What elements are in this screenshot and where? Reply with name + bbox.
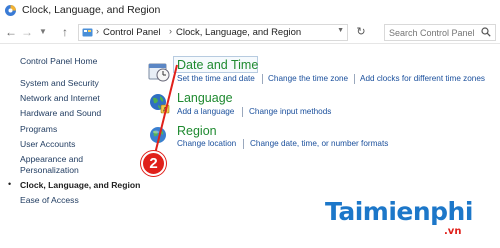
breadcrumb-separator-icon: › [169,26,172,36]
region-title[interactable]: Region [177,124,217,138]
watermark-logo: Taimienphi [325,197,473,226]
sidebar-item-programs[interactable]: Programs [20,124,57,134]
search-input[interactable] [385,25,481,40]
window-title: Clock, Language, and Region [22,4,161,16]
language-title[interactable]: Language [177,91,233,105]
control-panel-icon [5,5,16,16]
up-arrow-icon[interactable]: ↑ [58,25,72,39]
date-and-time-title[interactable]: Date and Time [177,58,258,72]
navigation-bar: ← → ▼ ↑ › Control Panel › Clock, Languag… [0,22,500,44]
back-arrow-icon[interactable]: ← [4,25,18,39]
sidebar-item-appearance[interactable]: Appearance and [20,154,83,164]
breadcrumb-separator-icon: › [96,26,99,36]
address-bar[interactable]: › Control Panel › Clock, Language, and R… [78,24,348,41]
set-time-and-date-link[interactable]: Set the time and date [177,74,255,83]
control-panel-icon [82,28,93,37]
change-input-methods-link[interactable]: Change input methods [249,107,331,116]
active-item-bullet-icon: • [8,179,12,189]
link-divider [242,107,243,117]
change-formats-link[interactable]: Change date, time, or number formats [250,139,388,148]
add-clocks-link[interactable]: Add clocks for different time zones [360,74,485,83]
step-number-badge: 2 [141,151,166,176]
callout-line [154,64,178,155]
sidebar-item-control-panel-home[interactable]: Control Panel Home [20,56,97,66]
breadcrumb-current[interactable]: Clock, Language, and Region [176,27,301,38]
sidebar-item-network-and-internet[interactable]: Network and Internet [20,93,100,103]
search-box[interactable] [384,24,496,41]
link-divider [262,74,263,84]
address-dropdown-icon[interactable]: ▼ [337,27,344,34]
title-bar: Clock, Language, and Region [0,0,500,22]
link-divider [354,74,355,84]
forward-arrow-icon[interactable]: → [20,25,34,39]
search-icon[interactable] [481,27,491,37]
breadcrumb-control-panel[interactable]: Control Panel [103,27,161,38]
sidebar-item-ease-of-access[interactable]: Ease of Access [20,195,79,205]
change-time-zone-link[interactable]: Change the time zone [268,74,348,83]
add-a-language-link[interactable]: Add a language [177,107,234,116]
refresh-icon[interactable]: ↻ [354,25,368,39]
sidebar-item-user-accounts[interactable]: User Accounts [20,139,75,149]
sidebar-item-clock-language-region[interactable]: Clock, Language, and Region [20,180,140,190]
recent-locations-chevron-icon[interactable]: ▼ [36,25,50,39]
sidebar-item-hardware-and-sound[interactable]: Hardware and Sound [20,108,101,118]
sidebar-item-personalization[interactable]: Personalization [20,165,79,175]
watermark-suffix: .vn [444,226,462,237]
sidebar-item-system-and-security[interactable]: System and Security [20,78,99,88]
change-location-link[interactable]: Change location [177,139,236,148]
link-divider [243,139,244,149]
